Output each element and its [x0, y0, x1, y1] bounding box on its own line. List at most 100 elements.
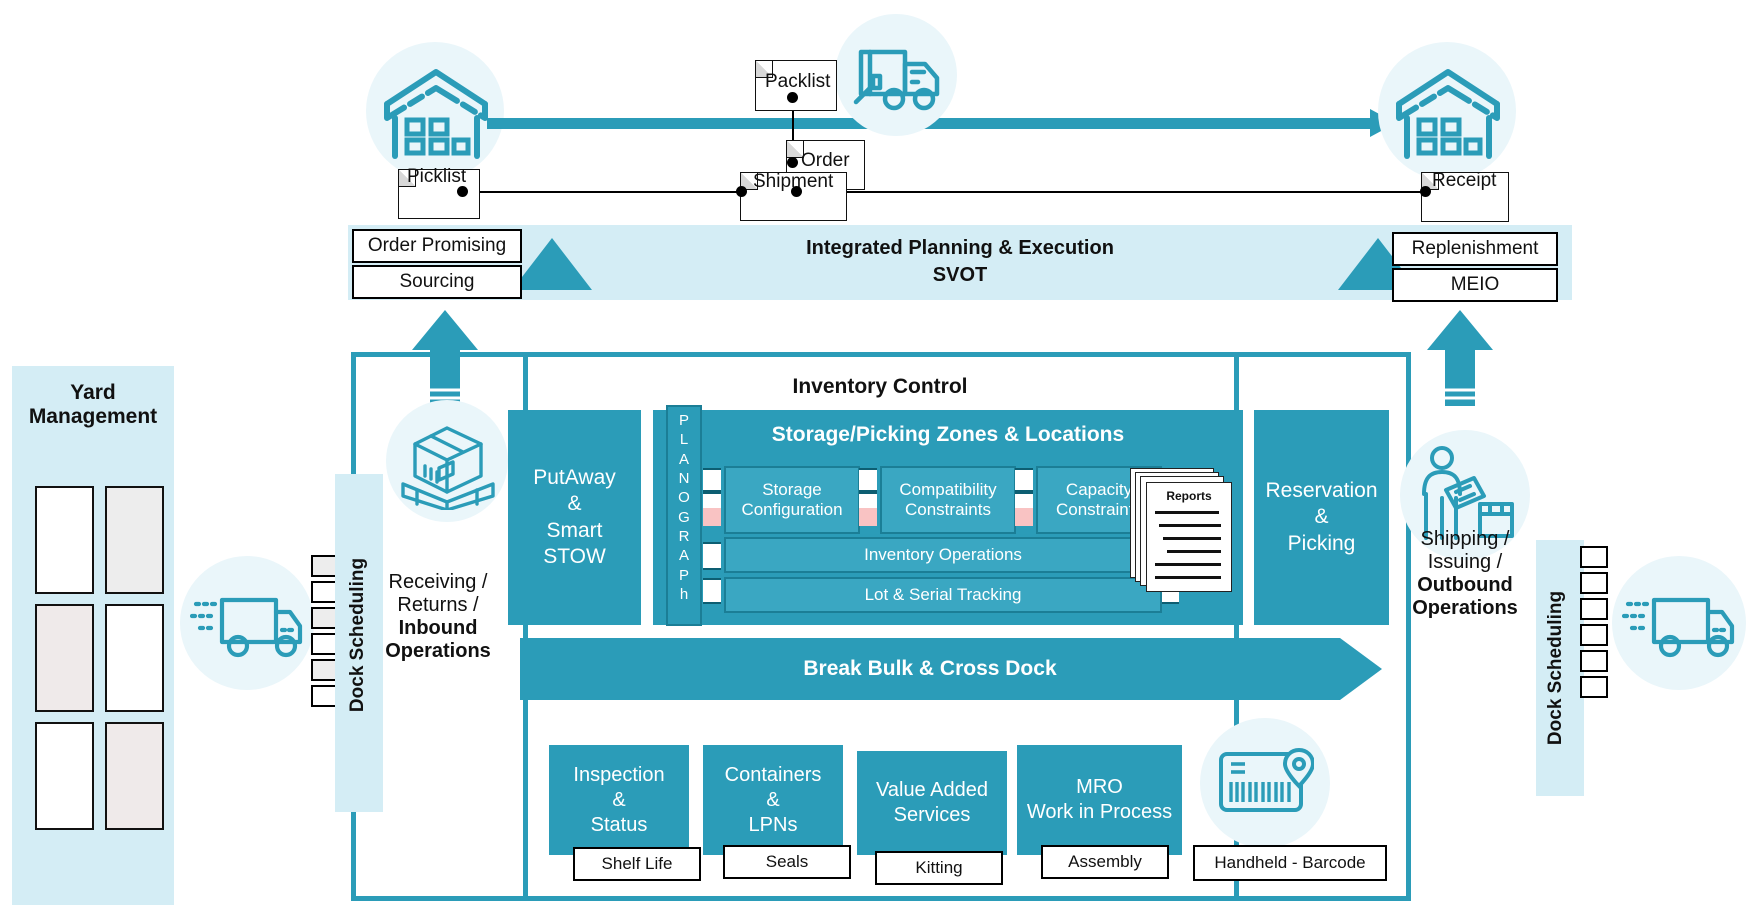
handheld-barcode-box[interactable]: Handheld - Barcode — [1193, 845, 1387, 881]
break-bulk-label: Break Bulk & Cross Dock — [803, 656, 1057, 680]
storage-config-line2: Configuration — [741, 500, 843, 519]
receipt-document: Receipt — [1421, 170, 1509, 222]
containers-line1: Containers — [724, 763, 822, 786]
kitting-subbox[interactable]: Kitting — [875, 851, 1003, 885]
packlist-label: Packlist — [765, 71, 831, 92]
shipment-anchor-dot-left — [736, 186, 747, 197]
picklist-label: Picklist — [407, 166, 467, 187]
report-line — [1155, 563, 1221, 566]
order-label: Order — [801, 150, 850, 171]
planograph-letter: G — [678, 508, 690, 526]
reservation-line1: Reservation — [1265, 479, 1378, 503]
planograph-letter: P — [678, 412, 689, 429]
handheld-barcode-label: Handheld - Barcode — [1214, 853, 1366, 872]
outbound-line2: Issuing / — [1427, 551, 1503, 573]
report-line — [1167, 550, 1221, 553]
reports-stack: Reports — [1130, 468, 1240, 596]
replenishment-label: Replenishment — [1411, 238, 1539, 260]
order-promising-label: Order Promising — [367, 235, 507, 257]
inbound-up-arrow — [410, 310, 480, 406]
outbound-dock-label: Dock Scheduling — [1545, 590, 1566, 746]
assembly-label: Assembly — [1068, 852, 1142, 871]
assembly-subbox[interactable]: Assembly — [1041, 845, 1169, 879]
yard-slot[interactable] — [105, 486, 164, 594]
compatibility-line1: Compatibility — [899, 479, 997, 499]
inspection-line3: Status — [590, 813, 648, 836]
planograph-letter: P — [678, 566, 689, 584]
yard-slot[interactable] — [105, 604, 164, 712]
putaway-line4: STOW — [543, 544, 606, 568]
pallet-box-icon — [395, 418, 499, 512]
shelf-tick-pink — [859, 508, 877, 526]
inspection-status-box[interactable]: Inspection & Status — [549, 745, 689, 855]
receipt-anchor-dot — [1420, 186, 1431, 197]
delivery-truck-icon — [852, 44, 947, 114]
meio-label: MEIO — [1450, 274, 1500, 296]
outbound-dock-ladder — [1580, 546, 1610, 701]
inspection-line1: Inspection — [573, 763, 665, 786]
yard-title-line1: Yard — [70, 380, 116, 404]
storage-configuration-box[interactable]: Storage Configuration — [724, 466, 860, 534]
yard-slot[interactable] — [105, 722, 164, 830]
inbound-operations-text: Receiving / Returns / Inbound Operations — [378, 562, 498, 672]
reservation-picking-box[interactable]: Reservation & Picking — [1254, 410, 1389, 625]
shelf-life-subbox[interactable]: Shelf Life — [573, 847, 701, 881]
yard-slot[interactable] — [35, 722, 94, 830]
planograph-letter: A — [678, 547, 689, 565]
left-up-triangle — [512, 238, 592, 290]
replenishment-box[interactable]: Replenishment — [1392, 232, 1558, 266]
report-line — [1155, 576, 1221, 579]
outbound-line1: Shipping / — [1420, 528, 1510, 550]
planograph-letter: O — [678, 489, 690, 507]
shipment-anchor-dot-right — [791, 186, 802, 197]
dock-tick — [1580, 546, 1608, 568]
shelf-tick-pink — [703, 508, 721, 526]
planning-band-title: Integrated Planning & Execution SVOT — [700, 234, 1220, 290]
yard-management-title: Yard Management — [12, 374, 174, 436]
inbound-line3: Inbound — [398, 617, 478, 639]
yard-slot[interactable] — [35, 486, 94, 594]
lot-serial-label: Lot & Serial Tracking — [864, 584, 1022, 604]
putaway-line1: PutAway — [533, 466, 616, 489]
meio-box[interactable]: MEIO — [1392, 268, 1558, 302]
order-anchor-dot — [787, 157, 798, 168]
diagram-canvas: Packlist Order Picklist Shipment Receipt… — [0, 0, 1748, 905]
shelf-tick — [1015, 468, 1033, 492]
containers-lpns-box[interactable]: Containers & LPNs — [703, 745, 843, 855]
storage-config-line1: Storage — [762, 479, 822, 499]
compatibility-constraints-box[interactable]: Compatibility Constraints — [880, 466, 1016, 534]
putaway-line2: & — [567, 492, 582, 516]
break-bulk-cross-dock-banner[interactable]: Break Bulk & Cross Dock — [520, 638, 1382, 700]
barcode-scanner-icon — [1218, 747, 1316, 818]
mro-line2: Work in Process — [1026, 801, 1173, 823]
storage-picking-zones-title: Storage/Picking Zones & Locations — [771, 422, 1125, 446]
frame-bottom — [351, 896, 1411, 901]
vas-line2: Services — [893, 804, 971, 826]
shelf-tick — [703, 468, 721, 492]
mro-line1: MRO — [1076, 776, 1123, 798]
dock-tick — [1580, 598, 1608, 620]
outbound-up-arrow — [1425, 310, 1495, 406]
planograph-strip: P L A N O G R A P h — [666, 405, 702, 626]
compatibility-line2: Constraints — [905, 500, 991, 519]
picklist-document: Picklist — [398, 166, 480, 219]
inbound-line1: Receiving / — [388, 571, 488, 593]
seals-subbox[interactable]: Seals — [723, 845, 851, 879]
seals-label: Seals — [765, 852, 809, 871]
sourcing-box[interactable]: Sourcing — [352, 265, 522, 299]
value-added-services-box[interactable]: Value Added Services — [857, 751, 1007, 855]
report-line — [1163, 537, 1221, 540]
planning-title-line1: Integrated Planning & Execution — [806, 237, 1114, 259]
putaway-smart-stow-box[interactable]: PutAway & Smart STOW — [508, 410, 641, 625]
kitting-label: Kitting — [915, 858, 963, 877]
lot-serial-tracking-row[interactable]: Lot & Serial Tracking — [724, 577, 1162, 613]
mro-work-in-process-box[interactable]: MRO Work in Process — [1017, 745, 1182, 855]
inventory-operations-row[interactable]: Inventory Operations — [724, 537, 1162, 573]
shelf-tick — [859, 468, 877, 492]
planning-title-line2: SVOT — [932, 264, 988, 286]
dock-tick — [1580, 624, 1608, 646]
packlist-document: Packlist — [755, 60, 837, 111]
inbound-line4: Operations — [385, 640, 491, 662]
yard-slot[interactable] — [35, 604, 94, 712]
order-promising-box[interactable]: Order Promising — [352, 229, 522, 263]
